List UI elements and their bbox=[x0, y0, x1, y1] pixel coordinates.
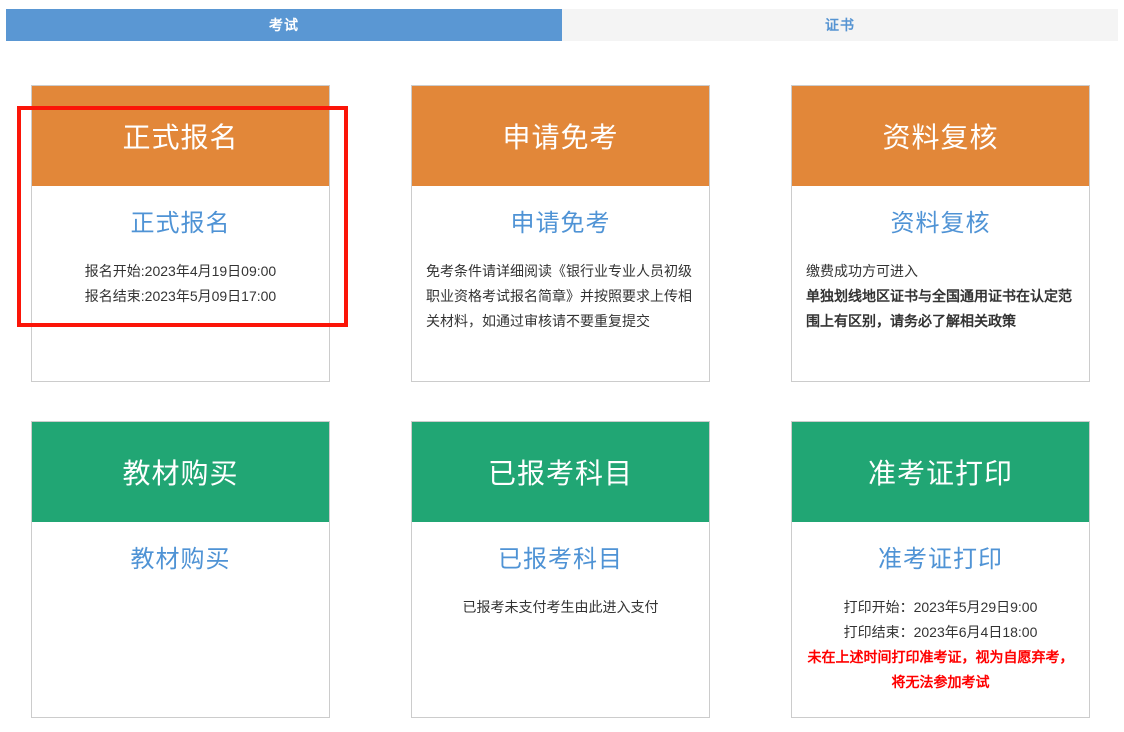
material-review-notes: 缴费成功方可进入 单独划线地区证书与全国通用证书在认定范围上有区别，请务必了解相… bbox=[792, 259, 1089, 334]
print-dates: 打印开始：2023年5月29日9:00 打印结束：2023年6月4日18:00 … bbox=[792, 595, 1089, 695]
registered-subjects-header: 已报考科目 bbox=[412, 422, 709, 522]
print-warning-line-2: 将无法参加考试 bbox=[792, 670, 1089, 695]
card-formal-registration: 正式报名 正式报名 报名开始:2023年4月19日09:00 报名结束:2023… bbox=[31, 85, 330, 382]
print-end-date: 打印结束：2023年6月4日18:00 bbox=[792, 620, 1089, 645]
tab-exam[interactable]: 考试 bbox=[6, 9, 562, 41]
tab-bar: 考试 证书 bbox=[6, 9, 1118, 41]
formal-registration-header: 正式报名 bbox=[32, 86, 329, 186]
card-grid: 正式报名 正式报名 报名开始:2023年4月19日09:00 报名结束:2023… bbox=[31, 85, 1090, 718]
print-start-date: 打印开始：2023年5月29日9:00 bbox=[792, 595, 1089, 620]
exemption-header: 申请免考 bbox=[412, 86, 709, 186]
registration-dates: 报名开始:2023年4月19日09:00 报名结束:2023年5月09日17:0… bbox=[32, 259, 329, 309]
card-material-review: 资料复核 资料复核 缴费成功方可进入 单独划线地区证书与全国通用证书在认定范围上… bbox=[791, 85, 1090, 382]
textbook-purchase-link[interactable]: 教材购买 bbox=[32, 539, 329, 574]
tab-certificate[interactable]: 证书 bbox=[562, 9, 1118, 41]
material-review-header: 资料复核 bbox=[792, 86, 1089, 186]
print-warning-line-1: 未在上述时间打印准考证，视为自愿弃考， bbox=[792, 645, 1089, 670]
admission-ticket-link[interactable]: 准考证打印 bbox=[792, 539, 1089, 574]
exemption-instructions: 免考条件请详细阅读《银行业专业人员初级职业资格考试报名简章》并按照要求上传相关材… bbox=[412, 259, 709, 334]
registered-subjects-link[interactable]: 已报考科目 bbox=[412, 539, 709, 574]
registration-start-date: 报名开始:2023年4月19日09:00 bbox=[32, 259, 329, 284]
print-warning: 未在上述时间打印准考证，视为自愿弃考， 将无法参加考试 bbox=[792, 645, 1089, 695]
textbook-purchase-header: 教材购买 bbox=[32, 422, 329, 522]
material-review-link[interactable]: 资料复核 bbox=[792, 203, 1089, 238]
card-admission-ticket-print: 准考证打印 准考证打印 打印开始：2023年5月29日9:00 打印结束：202… bbox=[791, 421, 1090, 718]
exemption-link[interactable]: 申请免考 bbox=[412, 203, 709, 238]
registration-end-date: 报名结束:2023年5月09日17:00 bbox=[32, 284, 329, 309]
card-registered-subjects: 已报考科目 已报考科目 已报考未支付考生由此进入支付 bbox=[411, 421, 710, 718]
payment-required-note: 缴费成功方可进入 bbox=[806, 259, 1075, 284]
admission-ticket-header: 准考证打印 bbox=[792, 422, 1089, 522]
card-textbook-purchase: 教材购买 教材购买 bbox=[31, 421, 330, 718]
formal-registration-link[interactable]: 正式报名 bbox=[32, 203, 329, 238]
unpaid-payment-note: 已报考未支付考生由此进入支付 bbox=[412, 595, 709, 620]
certificate-policy-note: 单独划线地区证书与全国通用证书在认定范围上有区别，请务必了解相关政策 bbox=[806, 284, 1075, 334]
card-exemption-application: 申请免考 申请免考 免考条件请详细阅读《银行业专业人员初级职业资格考试报名简章》… bbox=[411, 85, 710, 382]
